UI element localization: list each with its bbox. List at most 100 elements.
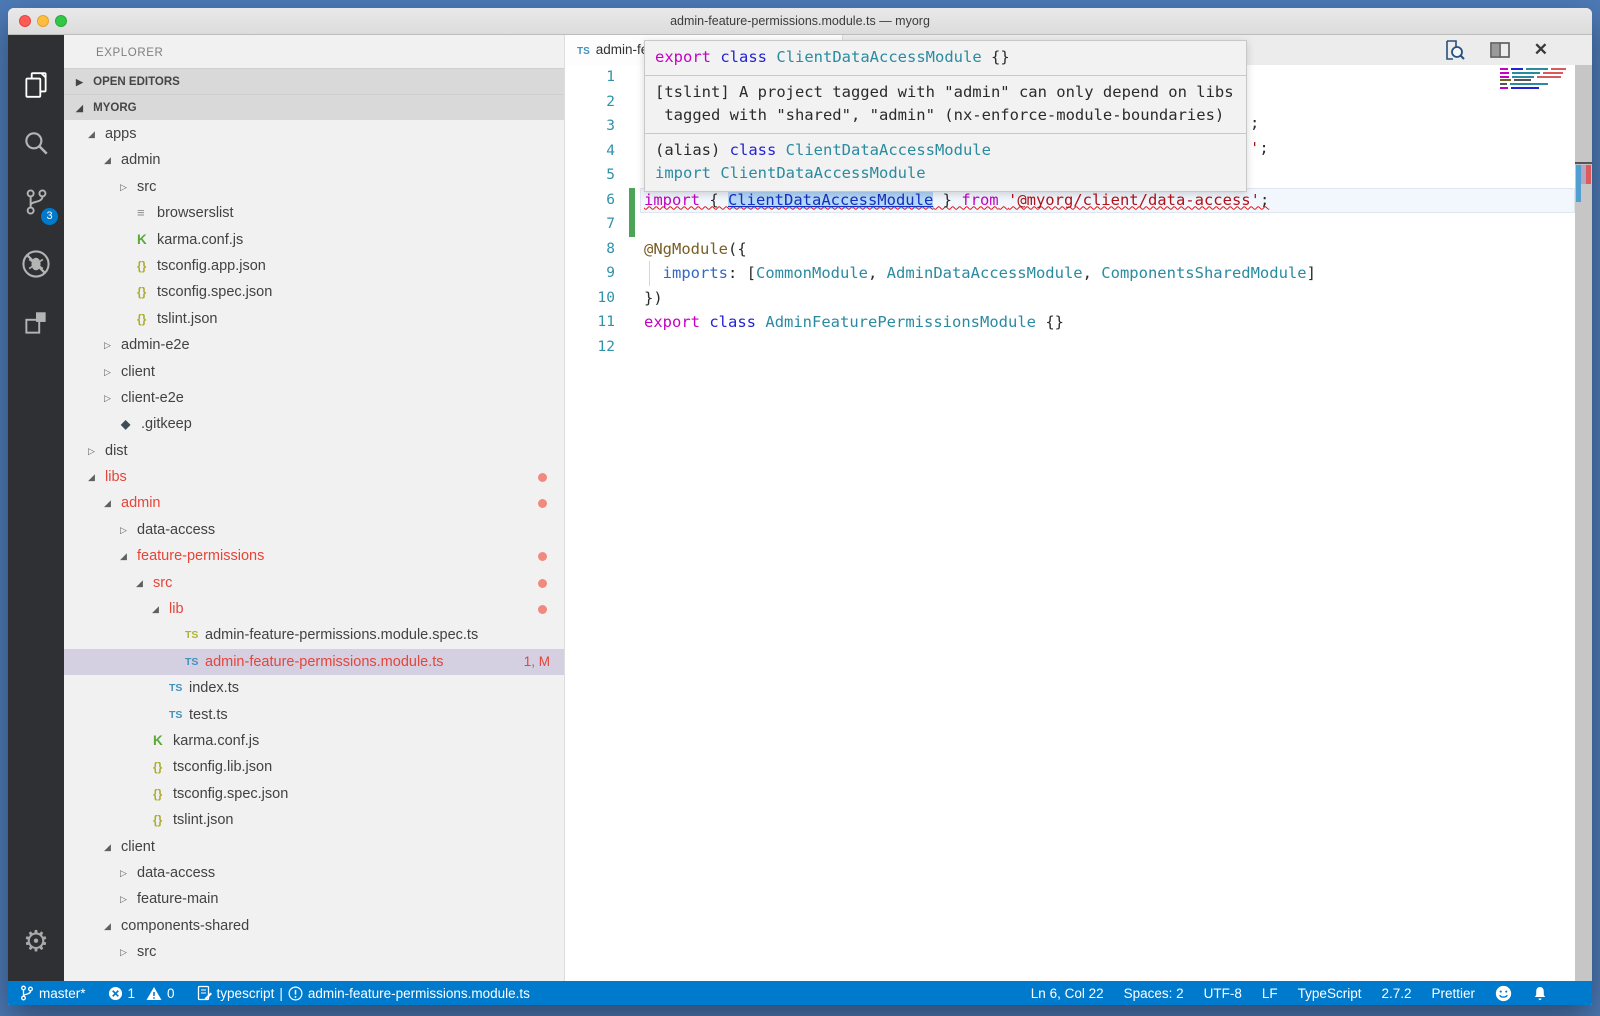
tree-item-label: tslint.json bbox=[173, 812, 233, 828]
tslint-status[interactable]: typescript | admin-feature-permissions.m… bbox=[197, 981, 530, 1005]
tree-item-admin-feature-permissions.module.spec.ts[interactable]: TSadmin-feature-permissions.module.spec.… bbox=[64, 622, 564, 648]
tree-item-label: tsconfig.spec.json bbox=[173, 786, 288, 802]
tree-item-src[interactable]: ◢src bbox=[64, 570, 564, 596]
status-item-typescript[interactable]: TypeScript bbox=[1298, 981, 1362, 1005]
workspace-root-header[interactable]: ◢ MYORG bbox=[64, 94, 564, 120]
extensions-icon[interactable] bbox=[8, 298, 64, 348]
code-token: export bbox=[655, 48, 711, 66]
title-bar: admin-feature-permissions.module.ts — my… bbox=[8, 8, 1592, 35]
line-number: 1 bbox=[565, 65, 615, 90]
code-fragment-line-4: '; bbox=[1250, 139, 1269, 157]
debug-icon[interactable] bbox=[8, 239, 64, 289]
code-line-12[interactable]: 12 bbox=[565, 335, 1592, 360]
status-item-prettier[interactable]: Prettier bbox=[1431, 981, 1475, 1005]
close-editor-icon[interactable]: ✕ bbox=[1534, 38, 1548, 62]
tree-item-src[interactable]: ▷src bbox=[64, 174, 564, 200]
tree-item-feature-main[interactable]: ▷feature-main bbox=[64, 886, 564, 912]
tree-item-tslint.json[interactable]: {}tslint.json bbox=[64, 807, 564, 833]
code-token: ClientDataAccessModule bbox=[720, 164, 925, 182]
chevron-expanded-icon: ◢ bbox=[76, 103, 83, 113]
tree-item-data-access[interactable]: ▷data-access bbox=[64, 517, 564, 543]
tree-item-apps[interactable]: ◢apps bbox=[64, 121, 564, 147]
code-token: { bbox=[700, 191, 728, 209]
tree-item-libs[interactable]: ◢libs bbox=[64, 464, 564, 490]
tree-item-client-e2e[interactable]: ▷client-e2e bbox=[64, 385, 564, 411]
code-line-9[interactable]: 9 imports: [CommonModule, AdminDataAcces… bbox=[565, 261, 1592, 286]
tree-item-.gitkeep[interactable]: ◆.gitkeep bbox=[64, 411, 564, 437]
tree-item-client[interactable]: ◢client bbox=[64, 834, 564, 860]
code-token: CommonModule bbox=[756, 264, 868, 282]
git-branch-status[interactable]: master* bbox=[20, 981, 86, 1005]
status-item-lf[interactable]: LF bbox=[1262, 981, 1278, 1005]
tree-item-tsconfig.lib.json[interactable]: {}tsconfig.lib.json bbox=[64, 754, 564, 780]
tree-item-data-access[interactable]: ▷data-access bbox=[64, 860, 564, 886]
status-item-ln-6-col-22[interactable]: Ln 6, Col 22 bbox=[1031, 981, 1104, 1005]
code-token: class bbox=[709, 313, 756, 331]
feedback-smiley-icon[interactable] bbox=[1495, 981, 1512, 1005]
tree-item-index.ts[interactable]: TSindex.ts bbox=[64, 675, 564, 701]
source-control-icon[interactable]: 3 bbox=[8, 177, 64, 227]
modified-dot-badge bbox=[538, 499, 547, 508]
status-item-utf-8[interactable]: UTF-8 bbox=[1204, 981, 1242, 1005]
ts-file-icon: TS bbox=[185, 649, 205, 675]
tree-item-tsconfig.spec.json[interactable]: {}tsconfig.spec.json bbox=[64, 279, 564, 305]
code-editor[interactable]: 123456import { ClientDataAccessModule } … bbox=[565, 65, 1592, 981]
code-line-8[interactable]: 8@NgModule({ bbox=[565, 237, 1592, 262]
status-item-spaces-2[interactable]: Spaces: 2 bbox=[1124, 981, 1184, 1005]
tree-item-admin-feature-permissions.module.ts[interactable]: TSadmin-feature-permissions.module.ts1, … bbox=[64, 649, 564, 675]
code-token: (alias) bbox=[655, 141, 730, 159]
code-line-10[interactable]: 10}) bbox=[565, 286, 1592, 311]
explorer-icon[interactable] bbox=[8, 60, 64, 110]
tree-item-components-shared[interactable]: ◢components-shared bbox=[64, 913, 564, 939]
tree-item-label: client bbox=[121, 839, 155, 855]
tree-item-client[interactable]: ▷client bbox=[64, 359, 564, 385]
activity-bar: 3 ⚙ bbox=[8, 35, 64, 981]
code-token bbox=[756, 313, 765, 331]
expanded-twisty-icon: ◢ bbox=[136, 570, 153, 596]
code-line-7[interactable]: 7 bbox=[565, 212, 1592, 237]
json-file-icon: {} bbox=[153, 807, 173, 833]
collapsed-twisty-icon: ▷ bbox=[104, 332, 121, 358]
tree-item-label: tsconfig.app.json bbox=[157, 258, 266, 274]
status-item-2-7-2[interactable]: 2.7.2 bbox=[1381, 981, 1411, 1005]
tree-item-label: dist bbox=[105, 443, 128, 459]
tree-item-label: libs bbox=[105, 469, 127, 485]
tree-item-label: admin-feature-permissions.module.ts bbox=[205, 654, 444, 670]
split-editor-icon[interactable] bbox=[1488, 38, 1512, 62]
code-token: ; bbox=[1250, 114, 1259, 132]
code-line-11[interactable]: 11export class AdminFeaturePermissionsMo… bbox=[565, 310, 1592, 335]
tree-item-src[interactable]: ▷src bbox=[64, 939, 564, 965]
settings-gear-icon[interactable]: ⚙ bbox=[8, 924, 64, 959]
tree-item-admin[interactable]: ◢admin bbox=[64, 490, 564, 516]
tree-item-tsconfig.app.json[interactable]: {}tsconfig.app.json bbox=[64, 253, 564, 279]
tree-item-feature-permissions[interactable]: ◢feature-permissions bbox=[64, 543, 564, 569]
code-token: @NgModule bbox=[644, 240, 728, 258]
search-icon[interactable] bbox=[8, 119, 64, 169]
tree-item-dist[interactable]: ▷dist bbox=[64, 438, 564, 464]
line-number: 10 bbox=[565, 286, 615, 311]
tree-item-karma.conf.js[interactable]: Kkarma.conf.js bbox=[64, 227, 564, 253]
tree-item-karma.conf.js[interactable]: Kkarma.conf.js bbox=[64, 728, 564, 754]
tree-item-tsconfig.spec.json[interactable]: {}tsconfig.spec.json bbox=[64, 781, 564, 807]
hover-tooltip: export class ClientDataAccessModule {}[t… bbox=[644, 40, 1247, 192]
tree-item-test.ts[interactable]: TStest.ts bbox=[64, 702, 564, 728]
code-token: class bbox=[730, 141, 777, 159]
json-file-icon: {} bbox=[153, 781, 173, 807]
vscode-window: admin-feature-permissions.module.ts — my… bbox=[8, 8, 1592, 1005]
tree-item-browserslist[interactable]: ≡browserslist bbox=[64, 200, 564, 226]
open-editors-header[interactable]: ▶ OPEN EDITORS bbox=[64, 68, 564, 94]
problems-status[interactable]: 1 0 bbox=[108, 981, 175, 1005]
tree-item-lib[interactable]: ◢lib bbox=[64, 596, 564, 622]
tree-item-label: components-shared bbox=[121, 918, 249, 934]
tree-item-label: .gitkeep bbox=[141, 416, 192, 432]
open-preview-icon[interactable] bbox=[1442, 38, 1466, 62]
status-left: master* 1 0 bbox=[8, 981, 530, 1005]
hover-section-1: export class ClientDataAccessModule {} bbox=[645, 41, 1246, 75]
symbol-link[interactable]: ClientDataAccessModule bbox=[728, 191, 933, 209]
tree-item-admin[interactable]: ◢admin bbox=[64, 147, 564, 173]
tree-item-label: src bbox=[137, 944, 156, 960]
tree-item-admin-e2e[interactable]: ▷admin-e2e bbox=[64, 332, 564, 358]
tree-item-tslint.json[interactable]: {}tslint.json bbox=[64, 306, 564, 332]
tree-item-label: tslint.json bbox=[157, 311, 217, 327]
notifications-bell-icon[interactable] bbox=[1532, 981, 1548, 1005]
